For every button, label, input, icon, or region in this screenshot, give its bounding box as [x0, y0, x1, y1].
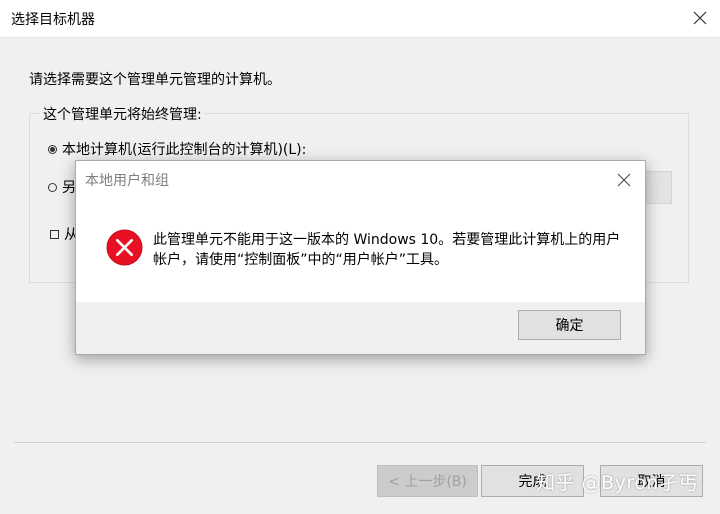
modal-footer: 确定 — [76, 302, 645, 354]
error-icon — [106, 229, 143, 266]
radio-another-label: 另 — [62, 180, 76, 196]
prompt-text: 请选择需要这个管理单元管理的计算机。 — [29, 72, 281, 88]
title-bar: 选择目标机器 — [0, 0, 720, 38]
group-label: 这个管理单元将始终管理: — [40, 104, 205, 124]
close-icon[interactable] — [688, 6, 712, 30]
close-icon[interactable] — [613, 169, 635, 191]
dialog-title: 选择目标机器 — [11, 12, 95, 28]
watermark: 知乎 @Byron孑丐 — [536, 472, 698, 494]
radio-unchecked-icon — [48, 182, 57, 192]
radio-local-computer[interactable]: 本地计算机(运行此控制台的计算机)(L): — [48, 139, 306, 159]
error-message: 此管理单元不能用于这一版本的 Windows 10。若要管理此计算机上的用户帐户… — [153, 232, 621, 268]
radio-checked-icon — [48, 144, 57, 154]
checkbox-icon — [50, 229, 59, 239]
modal-title: 本地用户和组 — [85, 173, 169, 189]
ok-button[interactable]: 确定 — [518, 310, 621, 340]
radio-local-label: 本地计算机(运行此控制台的计算机)(L): — [62, 142, 307, 158]
radio-another-computer[interactable]: 另 — [48, 177, 76, 197]
local-users-groups-error-dialog: 本地用户和组 此管理单元不能用于这一版本的 Windows 10。若要管理此计算… — [75, 160, 646, 355]
divider — [14, 442, 706, 443]
back-button[interactable]: < 上一步(B) — [377, 465, 478, 497]
checkbox-allow-change[interactable]: 从 — [50, 224, 78, 244]
